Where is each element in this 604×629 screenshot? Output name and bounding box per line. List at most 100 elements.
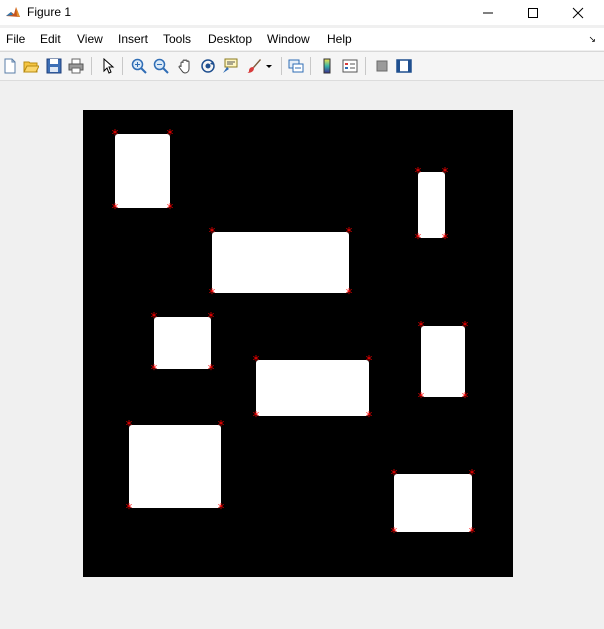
brush-button[interactable] [244, 56, 264, 76]
white-rectangle [154, 317, 211, 369]
corner-marker: * [391, 468, 398, 483]
corner-marker: * [469, 526, 476, 541]
show-plot-tools-button[interactable] [394, 56, 414, 76]
hide-plot-tools-icon [376, 60, 388, 72]
corner-marker: * [126, 502, 133, 517]
open-file-button[interactable] [21, 56, 41, 76]
figure-toolbar [0, 52, 604, 81]
hide-plot-tools-button[interactable] [372, 56, 392, 76]
data-cursor-button[interactable] [220, 56, 240, 76]
menu-window[interactable]: Window [267, 32, 310, 46]
image-axes[interactable]: * * * * * * * * * * * * * * * * * * * * * * * * * * * * * * * * [83, 110, 513, 577]
title-bar: Figure 1 [0, 0, 604, 25]
menu-help[interactable]: Help [327, 32, 352, 46]
dock-arrow-icon[interactable]: ↘ [588, 34, 596, 45]
corner-marker: * [208, 363, 215, 378]
print-icon [68, 58, 84, 74]
show-plot-tools-icon [396, 59, 412, 73]
menu-tools[interactable]: Tools [163, 32, 191, 46]
print-button[interactable] [66, 56, 86, 76]
toolbar-separator [91, 57, 92, 75]
minimize-icon [483, 12, 493, 13]
link-plot-button[interactable] [286, 56, 306, 76]
toolbar-separator [281, 57, 282, 75]
corner-marker: * [209, 226, 216, 241]
corner-marker: * [126, 419, 133, 434]
corner-marker: * [112, 202, 119, 217]
corner-marker: * [218, 419, 225, 434]
white-rectangle [394, 474, 472, 532]
insert-colorbar-icon [323, 58, 331, 74]
insert-legend-icon [342, 59, 358, 73]
insert-legend-button[interactable] [340, 56, 360, 76]
corner-marker: * [253, 410, 260, 425]
corner-marker: * [469, 468, 476, 483]
white-rectangle [421, 326, 465, 397]
menu-view[interactable]: View [77, 32, 103, 46]
toolbar-separator [365, 57, 366, 75]
maximize-button[interactable] [510, 0, 556, 25]
toolbar-separator [310, 57, 311, 75]
rotate-3d-button[interactable] [198, 56, 218, 76]
corner-marker: * [366, 354, 373, 369]
corner-marker: * [415, 232, 422, 247]
brush-dropdown-button[interactable] [262, 56, 276, 76]
toolbar-separator [122, 57, 123, 75]
corner-marker: * [442, 166, 449, 181]
corner-marker: * [415, 166, 422, 181]
white-rectangle [256, 360, 369, 416]
corner-marker: * [218, 502, 225, 517]
close-button[interactable] [555, 0, 601, 25]
white-rectangle [115, 134, 170, 208]
new-figure-icon [4, 58, 16, 74]
open-file-icon [23, 61, 39, 73]
data-cursor-icon [223, 58, 238, 73]
corner-marker: * [366, 410, 373, 425]
white-rectangle [129, 425, 221, 508]
zoom-out-button[interactable] [151, 56, 171, 76]
save-button[interactable] [44, 56, 64, 76]
window-title: Figure 1 [27, 5, 72, 19]
menu-bar: File Edit View Insert Tools Desktop Wind… [0, 28, 604, 50]
link-plot-icon [288, 59, 304, 73]
corner-marker: * [112, 128, 119, 143]
pan-button[interactable] [175, 56, 195, 76]
save-icon [46, 58, 62, 74]
corner-marker: * [253, 354, 260, 369]
edit-plot-pointer-icon [103, 58, 115, 74]
corner-marker: * [391, 526, 398, 541]
corner-marker: * [462, 391, 469, 406]
corner-marker: * [346, 226, 353, 241]
minimize-button[interactable] [465, 0, 511, 25]
corner-marker: * [418, 320, 425, 335]
zoom-in-button[interactable] [129, 56, 149, 76]
brush-icon [247, 59, 261, 73]
white-rectangle [418, 172, 445, 238]
edit-plot-button[interactable] [98, 56, 118, 76]
corner-marker: * [167, 202, 174, 217]
menu-insert[interactable]: Insert [118, 32, 148, 46]
chevron-down-icon [266, 65, 272, 68]
maximize-icon [528, 7, 538, 18]
insert-colorbar-button[interactable] [317, 56, 337, 76]
close-icon [572, 7, 584, 18]
corner-marker: * [151, 363, 158, 378]
corner-marker: * [462, 320, 469, 335]
menu-desktop[interactable]: Desktop [208, 32, 252, 46]
corner-marker: * [418, 391, 425, 406]
corner-marker: * [346, 287, 353, 302]
matlab-logo-icon [5, 4, 21, 20]
rotate-3d-icon [201, 59, 215, 73]
zoom-in-icon [131, 58, 147, 74]
menu-file[interactable]: File [6, 32, 25, 46]
corner-marker: * [442, 232, 449, 247]
corner-marker: * [167, 128, 174, 143]
menu-edit[interactable]: Edit [40, 32, 61, 46]
corner-marker: * [208, 311, 215, 326]
zoom-out-icon [153, 58, 169, 74]
new-figure-button[interactable] [0, 56, 20, 76]
pan-hand-icon [178, 59, 190, 74]
white-rectangle [212, 232, 349, 293]
corner-marker: * [151, 311, 158, 326]
figure-window: Figure 1 File Edit View Insert Tools Des… [0, 0, 604, 629]
